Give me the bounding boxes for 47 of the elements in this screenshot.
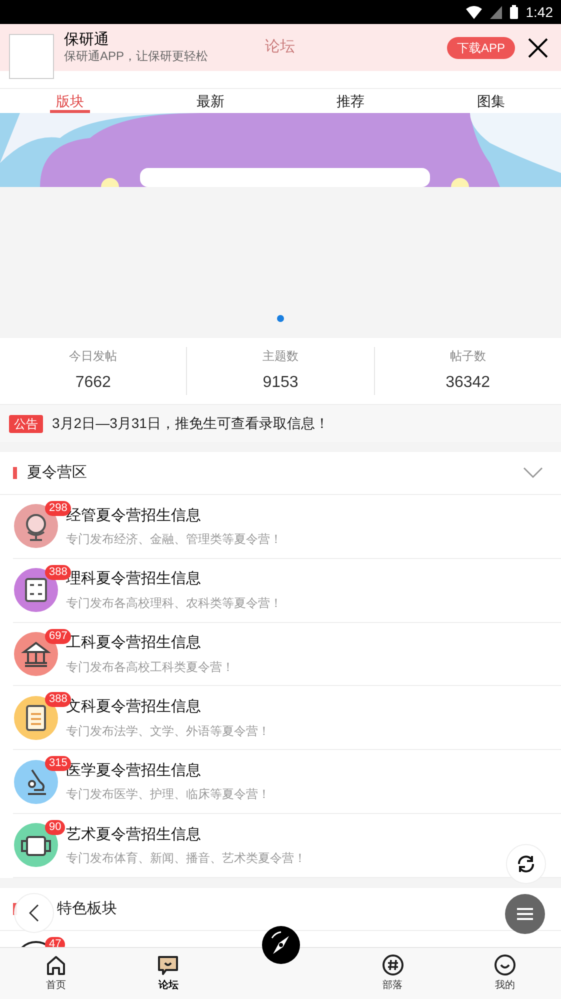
notice-text[interactable]: 3月2日—3月31日，推免生可查看录取信息！ bbox=[52, 413, 329, 434]
battery-icon bbox=[510, 5, 518, 19]
nav-item[interactable]: 部落 bbox=[336, 948, 449, 999]
home-icon bbox=[45, 954, 68, 976]
menu-icon bbox=[516, 907, 534, 921]
item-title: 艺术夏令营招生信息 bbox=[66, 824, 202, 845]
nav-item[interactable]: 论坛 bbox=[112, 948, 224, 999]
app-logo bbox=[9, 34, 54, 79]
item-description: 专门发布医学、护理、临床等夏令营！ bbox=[66, 786, 270, 804]
count-badge: 90 bbox=[45, 820, 66, 835]
nav-item[interactable]: 我的 bbox=[448, 948, 561, 999]
item-description: 专门发布法学、文学、外语等夏令营！ bbox=[66, 722, 270, 740]
signal-icon bbox=[490, 6, 502, 18]
section-title: 夏令营区 bbox=[27, 462, 87, 483]
count-badge: 697 bbox=[45, 628, 72, 644]
chat-icon bbox=[157, 954, 180, 976]
count-badge: 388 bbox=[45, 692, 72, 708]
close-icon[interactable] bbox=[528, 38, 548, 58]
item-description: 专门发布经济、金融、管理类等夏令营！ bbox=[66, 531, 282, 548]
nav-item[interactable]: 首页 bbox=[0, 948, 112, 999]
tab[interactable]: 版块 bbox=[0, 89, 140, 113]
section-title: 特色板块 bbox=[57, 898, 117, 919]
stat-value: 9153 bbox=[262, 373, 298, 393]
app-name: 保研通 bbox=[64, 30, 110, 50]
app-tagline: 保研通APP，让保研更轻松 bbox=[64, 49, 208, 64]
stat-value: 36342 bbox=[446, 373, 490, 393]
item-description: 专门发布体育、新闻、播音、艺术类夏令营！ bbox=[66, 850, 306, 868]
item-description: 专门发布各高校工科类夏令营！ bbox=[66, 658, 234, 676]
chevron-icon[interactable] bbox=[523, 467, 543, 479]
page-title: 论坛 bbox=[265, 37, 295, 57]
wifi-icon bbox=[466, 6, 482, 18]
back-icon bbox=[29, 904, 39, 922]
notice-tag: 公告 bbox=[9, 414, 43, 432]
item-description: 专门发布各高校理科、农科类等夏令营！ bbox=[66, 594, 282, 612]
tab[interactable]: 最新 bbox=[140, 89, 280, 113]
clock: 1:42 bbox=[526, 2, 553, 22]
refresh-icon bbox=[516, 854, 536, 874]
stat-label: 今日发帖 bbox=[69, 348, 118, 365]
hashtag-icon bbox=[382, 954, 404, 976]
count-badge: 388 bbox=[45, 564, 72, 580]
stat-value: 7662 bbox=[75, 373, 111, 393]
tab[interactable]: 推荐 bbox=[280, 89, 421, 113]
stat-label: 帖子数 bbox=[450, 348, 486, 365]
tab[interactable]: 图集 bbox=[420, 89, 561, 113]
count-badge: 47 bbox=[45, 936, 66, 947]
stat-label: 主题数 bbox=[262, 348, 298, 365]
smiley-icon bbox=[494, 954, 516, 976]
